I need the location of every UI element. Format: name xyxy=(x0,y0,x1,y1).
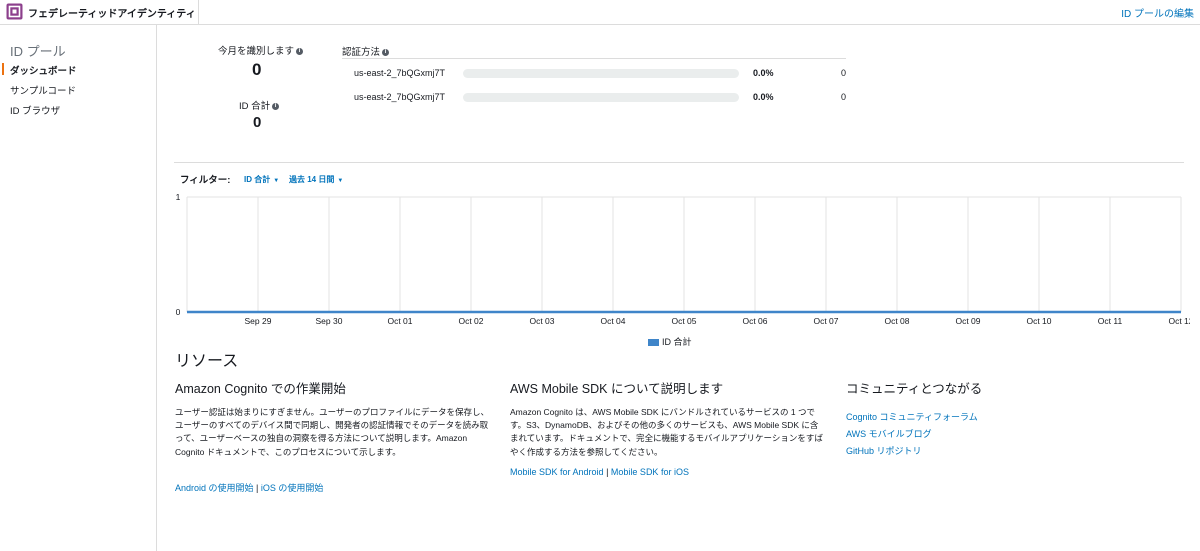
active-nav-indicator xyxy=(2,63,4,75)
total-identities-value: 0 xyxy=(253,114,262,131)
x-tick-label: Oct 07 xyxy=(813,316,838,326)
auth-percent: 0.0% xyxy=(753,92,774,102)
mobile-sdk-android-link[interactable]: Mobile SDK for Android xyxy=(510,467,604,477)
link-separator: | xyxy=(606,467,609,477)
getting-started-title: Amazon Cognito での作業開始 xyxy=(175,382,346,396)
x-tick-label: Oct 01 xyxy=(387,316,412,326)
x-tick-label: Oct 08 xyxy=(884,316,909,326)
x-tick-label: Oct 10 xyxy=(1026,316,1051,326)
mobile-sdk-ios-link[interactable]: Mobile SDK for iOS xyxy=(611,467,689,477)
legend-label: ID 合計 xyxy=(662,337,692,347)
mobile-blog-link[interactable]: AWS モバイルブログ xyxy=(846,427,1146,440)
auth-method-row: us-east-2_7bQGxmj7T 0.0% 0 xyxy=(342,68,862,82)
sidebar-item-dashboard[interactable]: ダッシュボード xyxy=(10,63,77,77)
getting-started-links: Android の使用開始 | iOS の使用開始 xyxy=(175,481,323,494)
y-tick-label: 1 xyxy=(176,192,181,202)
x-tick-label: Sep 29 xyxy=(245,316,272,326)
info-icon[interactable]: i xyxy=(272,102,280,110)
auth-provider-name: us-east-2_7bQGxmj7T xyxy=(354,92,446,102)
x-tick-label: Oct 04 xyxy=(600,316,625,326)
x-tick-label: Oct 09 xyxy=(955,316,980,326)
auth-count: 0 xyxy=(841,92,847,102)
filter-label: フィルター: xyxy=(180,175,231,186)
auth-progress-bar xyxy=(463,93,739,102)
sidebar: ID プール ダッシュボード サンプルコード ID ブラウザ xyxy=(0,25,157,551)
total-identities-label: ID 合計 i xyxy=(239,98,280,112)
community-forum-link[interactable]: Cognito コミュニティフォーラム xyxy=(846,410,1146,423)
getting-started-section: Amazon Cognito での作業開始 ユーザー認証は始まりにすぎません。ユ… xyxy=(175,378,491,459)
legend-swatch xyxy=(648,339,659,347)
auth-methods-title: 認証方法 i xyxy=(342,44,390,58)
sidebar-item-sample-code[interactable]: サンプルコード xyxy=(10,83,76,97)
caret-down-icon: ▼ xyxy=(337,178,344,184)
x-tick-label: Oct 02 xyxy=(458,316,483,326)
service-header: フェデレーティッドアイデンティティ xyxy=(0,0,199,24)
app-title: フェデレーティッドアイデンティティ xyxy=(28,9,196,20)
edit-identity-pool-link[interactable]: ID プールの編集 xyxy=(1121,5,1194,20)
getting-started-text: ユーザー認証は始まりにすぎません。ユーザーのプロファイルにデータを保存し、ユーザ… xyxy=(175,407,489,457)
auth-provider-name: us-east-2_7bQGxmj7T xyxy=(354,68,446,78)
date-range-dropdown[interactable]: 過去 14 日間 ▼ xyxy=(289,174,343,185)
monthly-identities-label: 今月を識別します i xyxy=(218,43,304,57)
x-tick-label: Oct 11 xyxy=(1098,316,1123,326)
x-tick-label: Oct 06 xyxy=(742,316,767,326)
x-tick-label: Oct 03 xyxy=(529,316,554,326)
github-repository-link[interactable]: GitHub リポジトリ xyxy=(846,444,1146,457)
auth-count: 0 xyxy=(841,68,847,78)
y-tick-label: 0 xyxy=(176,307,181,317)
cognito-logo-icon xyxy=(6,3,23,20)
chart-legend: ID 合計 xyxy=(648,335,692,348)
x-tick-label: Oct 12 xyxy=(1168,316,1190,326)
x-tick-label: Oct 05 xyxy=(671,316,696,326)
mobile-sdk-title: AWS Mobile SDK について説明します xyxy=(510,382,724,396)
monthly-identities-value: 0 xyxy=(252,60,262,79)
android-getting-started-link[interactable]: Android の使用開始 xyxy=(175,483,254,493)
sidebar-title: ID プール xyxy=(10,44,66,59)
ios-getting-started-link[interactable]: iOS の使用開始 xyxy=(261,483,324,493)
community-links: Cognito コミュニティフォーラム AWS モバイルブログ GitHub リ… xyxy=(846,410,1146,457)
identities-chart: Sep 29 Sep 30 Oct 01 Oct 02 Oct 03 Oct 04 Oct … xyxy=(176,192,1190,326)
auth-percent: 0.0% xyxy=(753,68,774,78)
auth-divider xyxy=(342,58,846,59)
mobile-sdk-links: Mobile SDK for Android | Mobile SDK for … xyxy=(510,467,689,477)
sidebar-item-id-browser[interactable]: ID ブラウザ xyxy=(10,103,60,117)
link-separator: | xyxy=(256,483,259,493)
section-divider xyxy=(174,162,1184,163)
mobile-sdk-section: AWS Mobile SDK について説明します Amazon Cognito … xyxy=(510,378,826,459)
info-icon[interactable]: i xyxy=(382,48,390,56)
x-tick-label: Sep 30 xyxy=(316,316,343,326)
community-section: コミュニティとつながる Cognito コミュニティフォーラム AWS モバイル… xyxy=(846,378,1146,461)
top-bar: フェデレーティッドアイデンティティ ID プールの編集 xyxy=(0,0,1200,25)
auth-progress-bar xyxy=(463,69,739,78)
auth-method-row: us-east-2_7bQGxmj7T 0.0% 0 xyxy=(342,92,862,106)
mobile-sdk-text: Amazon Cognito は、AWS Mobile SDK にバンドルされて… xyxy=(510,407,823,457)
metric-dropdown[interactable]: ID 合計 ▼ xyxy=(244,174,279,185)
caret-down-icon: ▼ xyxy=(273,178,280,184)
resources-title: リソース xyxy=(175,353,239,370)
community-title: コミュニティとつながる xyxy=(846,382,983,396)
info-icon[interactable]: i xyxy=(296,47,304,55)
